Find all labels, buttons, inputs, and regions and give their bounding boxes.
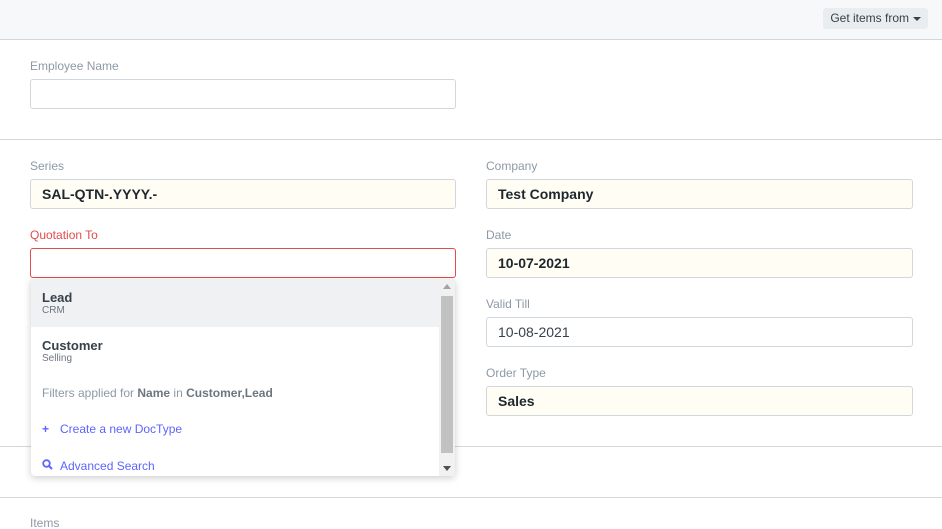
- date-label: Date: [486, 228, 512, 242]
- search-icon: [42, 459, 56, 473]
- option-title: Lead: [42, 290, 73, 305]
- items-section-label: Items: [30, 516, 60, 529]
- employee-name-label: Employee Name: [30, 59, 119, 73]
- valid-till-input[interactable]: 10-08-2021: [486, 317, 913, 347]
- section-divider: [0, 139, 942, 140]
- date-input[interactable]: 10-07-2021: [486, 248, 913, 278]
- option-subtitle: Selling: [42, 353, 73, 364]
- scroll-down-arrow-icon[interactable]: [443, 466, 451, 471]
- scroll-thumb[interactable]: [441, 296, 453, 453]
- series-label: Series: [30, 159, 65, 173]
- advanced-search-link[interactable]: Advanced Search: [42, 459, 155, 473]
- section-divider: [0, 497, 942, 498]
- get-items-from-button[interactable]: Get items from: [823, 8, 928, 29]
- employee-name-input[interactable]: [30, 79, 456, 109]
- plus-icon: +: [42, 422, 50, 436]
- filters-applied-note: Filters applied for Name in Customer,Lea…: [42, 386, 273, 400]
- create-label: Create a new DocType: [60, 422, 183, 436]
- quotation-to-dropdown: Lead CRM Customer Selling Filters applie…: [31, 279, 455, 476]
- order-type-label: Order Type: [486, 366, 546, 380]
- advanced-label: Advanced Search: [60, 459, 155, 473]
- get-items-label: Get items from: [830, 11, 909, 25]
- quotation-to-label: Quotation To: [30, 228, 98, 242]
- option-subtitle: CRM: [42, 305, 65, 316]
- filter-field: Name: [137, 386, 171, 400]
- quotation-to-input[interactable]: [30, 248, 456, 278]
- company-input[interactable]: Test Company: [486, 179, 913, 209]
- filter-in: in: [173, 386, 183, 400]
- filter-doctypes: Customer,Lead: [186, 386, 273, 400]
- series-select[interactable]: SAL-QTN-.YYYY.-: [30, 179, 456, 209]
- valid-till-label: Valid Till: [486, 297, 530, 311]
- caret-down-icon: [913, 16, 921, 21]
- dropdown-scrollbar[interactable]: [439, 279, 455, 476]
- company-label: Company: [486, 159, 538, 173]
- filter-prefix: Filters applied for: [42, 386, 135, 400]
- order-type-select[interactable]: Sales: [486, 386, 913, 416]
- dropdown-option-customer[interactable]: Customer Selling: [31, 327, 439, 375]
- dropdown-option-lead[interactable]: Lead CRM: [31, 279, 439, 327]
- page-toolbar: Get items from: [0, 0, 942, 40]
- create-new-doctype-link[interactable]: + Create a new DocType: [42, 422, 182, 436]
- option-title: Customer: [42, 338, 103, 353]
- scroll-up-arrow-icon[interactable]: [443, 284, 451, 289]
